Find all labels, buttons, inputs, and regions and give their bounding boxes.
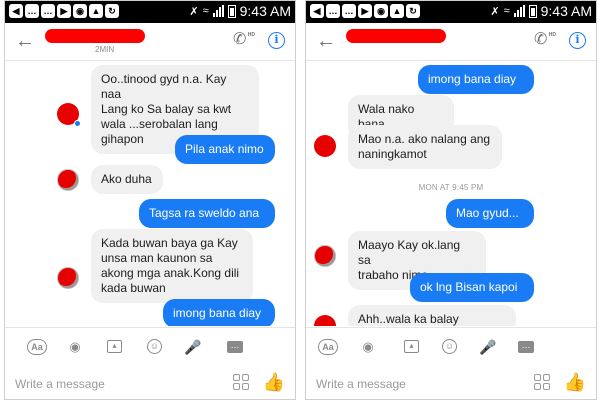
outgoing-message[interactable]: Mao gyud... <box>446 199 534 228</box>
back-icon: ◀ <box>310 4 324 18</box>
hd-label-icon: HD <box>247 32 255 38</box>
more-icon[interactable]: … <box>227 341 243 353</box>
app-icon: ▲ <box>89 4 103 18</box>
right-screenshot: ◀ … … ▶ ◉ ▲ ↻ ✗ ≈ 9:43 AM ← ✆ HD i imong… <box>305 0 597 400</box>
incoming-message[interactable]: Ako duha <box>91 165 163 194</box>
emoji-icon[interactable]: ☺ <box>147 339 162 354</box>
composer-toolbar: Aa ◉ ▴ ☺ 🎤 … <box>306 327 596 365</box>
signal-icon <box>212 5 224 17</box>
video-icon: ▶ <box>57 4 71 18</box>
contact-avatar[interactable] <box>314 315 336 326</box>
sticker-icon[interactable] <box>534 374 552 392</box>
message-list: Oo..tinood gyd n.a. Kay naa Lang ko Sa b… <box>5 61 295 326</box>
more-icon[interactable]: … <box>518 341 534 353</box>
outgoing-message[interactable]: imong bana diay <box>163 299 275 326</box>
contact-name-redacted[interactable] <box>346 29 446 43</box>
camera-icon: ◉ <box>73 4 87 18</box>
info-icon[interactable]: i <box>268 32 285 49</box>
contact-avatar[interactable] <box>57 267 79 289</box>
wifi-icon: ≈ <box>503 5 510 17</box>
conversation-header: ← ✆ HD i <box>306 23 596 61</box>
mute-icon: ✗ <box>490 5 500 18</box>
sticker-icon[interactable] <box>233 374 251 392</box>
composer: 👍 <box>306 365 596 399</box>
outgoing-message[interactable]: ok lng Bisan kapoi <box>410 273 534 302</box>
contact-avatar[interactable] <box>314 245 336 267</box>
contact-name-redacted[interactable] <box>45 29 145 43</box>
like-thumb-icon[interactable]: 👍 <box>263 372 285 392</box>
mute-icon: ✗ <box>189 5 199 18</box>
status-bar: ◀ … … ▶ ◉ ▲ ↻ ✗ ≈ 9:43 AM <box>306 1 596 23</box>
incoming-message[interactable]: Ahh..wala ka balay <box>348 305 516 326</box>
notification-icons: ◀ … … ▶ ◉ ▲ ↻ <box>310 4 420 18</box>
back-arrow-icon[interactable]: ← <box>316 29 336 53</box>
battery-icon <box>227 4 236 18</box>
incoming-message[interactable]: Kada buwan baya ga Kay unsa man kaunon s… <box>91 229 253 303</box>
message-input[interactable] <box>316 374 506 394</box>
hd-label-icon: HD <box>548 32 556 38</box>
like-thumb-icon[interactable]: 👍 <box>564 372 586 392</box>
info-icon[interactable]: i <box>569 32 586 49</box>
status-bar: ◀ … … ▶ ◉ ▲ ↻ ✗ ≈ 9:43 AM <box>5 1 295 23</box>
message-icon: … <box>25 4 39 18</box>
back-icon: ◀ <box>9 4 23 18</box>
video-icon: ▶ <box>358 4 372 18</box>
text-format-icon[interactable]: Aa <box>27 339 47 355</box>
message-list: imong bana diay Wala nako bana Mao n.a. … <box>306 61 596 326</box>
sync-icon: ↻ <box>406 4 420 18</box>
incoming-message[interactable]: Mao n.a. ako nalang ang naningkamot <box>348 125 502 169</box>
gallery-icon[interactable]: ▴ <box>107 340 122 353</box>
outgoing-message[interactable]: Pila anak nimo <box>175 135 275 164</box>
message-icon: … <box>41 4 55 18</box>
outgoing-message[interactable]: imong bana diay <box>418 65 534 94</box>
message-icon: … <box>326 4 340 18</box>
outgoing-message[interactable]: Tagsa ra sweldo ana <box>139 199 275 228</box>
camera-icon: ◉ <box>374 4 388 18</box>
back-arrow-icon[interactable]: ← <box>15 29 35 53</box>
microphone-icon[interactable]: 🎤 <box>478 338 498 356</box>
messenger-badge-icon <box>74 120 81 127</box>
sync-icon: ↻ <box>105 4 119 18</box>
message-icon: … <box>342 4 356 18</box>
camera-icon[interactable]: ◉ <box>358 338 378 356</box>
clock: 9:43 AM <box>540 3 592 19</box>
composer-toolbar: Aa ◉ ▴ ☺ 🎤 … <box>5 327 295 365</box>
notification-icons: ◀ … … ▶ ◉ ▲ ↻ <box>9 4 119 18</box>
message-timestamp: MON AT 9:45 PM <box>418 183 484 192</box>
wifi-icon: ≈ <box>202 5 209 17</box>
conversation-header: ← 2MIN ✆ HD i <box>5 23 295 61</box>
text-format-icon[interactable]: Aa <box>318 339 338 355</box>
gallery-icon[interactable]: ▴ <box>404 340 419 353</box>
camera-icon[interactable]: ◉ <box>65 338 85 356</box>
message-input[interactable] <box>15 374 205 394</box>
microphone-icon[interactable]: 🎤 <box>183 338 203 356</box>
composer: 👍 <box>5 365 295 399</box>
signal-icon <box>513 5 525 17</box>
active-status: 2MIN <box>95 45 115 54</box>
app-icon: ▲ <box>390 4 404 18</box>
clock: 9:43 AM <box>239 3 291 19</box>
emoji-icon[interactable]: ☺ <box>442 339 457 354</box>
battery-icon <box>528 4 537 18</box>
contact-avatar[interactable] <box>57 169 79 191</box>
contact-avatar[interactable] <box>314 135 336 157</box>
left-screenshot: ◀ … … ▶ ◉ ▲ ↻ ✗ ≈ 9:43 AM ← 2MIN ✆ HD i … <box>4 0 296 400</box>
